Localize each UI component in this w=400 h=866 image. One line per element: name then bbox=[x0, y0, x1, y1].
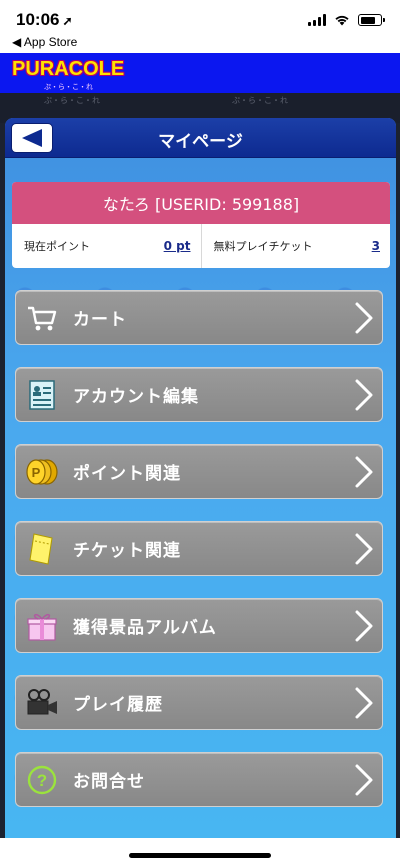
points-stat: 現在ポイント 0 pt bbox=[12, 224, 201, 268]
menu-item-label: アカウント編集 bbox=[73, 387, 199, 407]
tickets-link[interactable]: 3 bbox=[372, 239, 380, 253]
menu-item-account-edit[interactable]: アカウント編集 bbox=[15, 367, 383, 422]
band-text: ぷ・ら・こ・れ bbox=[232, 96, 288, 105]
menu-item-cart[interactable]: カート bbox=[15, 290, 383, 345]
page-title: マイページ bbox=[158, 132, 243, 152]
menu-item-label: お問合せ bbox=[73, 772, 145, 792]
chevron-right-icon bbox=[355, 379, 373, 411]
app-logo-subtitle: ぷ・ら・こ・れ bbox=[44, 83, 93, 91]
gift-icon bbox=[25, 609, 59, 643]
chevron-right-icon bbox=[355, 610, 373, 642]
menu-item-tickets[interactable]: チケット関連 bbox=[15, 521, 383, 576]
menu-list: カート アカウント編集 P ポイント関連 チケット関連 獲得景品アルバム プレイ… bbox=[15, 290, 383, 829]
panel-header: マイページ bbox=[5, 118, 396, 158]
back-to-app-store[interactable]: ◀ App Store bbox=[12, 35, 77, 49]
svg-text:?: ? bbox=[37, 771, 47, 790]
account-card-icon bbox=[25, 378, 59, 412]
chevron-right-icon bbox=[355, 687, 373, 719]
menu-item-points[interactable]: P ポイント関連 bbox=[15, 444, 383, 499]
menu-item-label: 獲得景品アルバム bbox=[73, 618, 217, 638]
menu-item-label: ポイント関連 bbox=[73, 464, 181, 484]
chevron-right-icon bbox=[355, 302, 373, 334]
chevron-right-icon bbox=[355, 764, 373, 796]
menu-item-contact[interactable]: ? お問合せ bbox=[15, 752, 383, 807]
user-name-bar: なたろ [USERID: 599188] bbox=[12, 182, 390, 224]
app-logo[interactable]: PURACOLE bbox=[12, 58, 124, 81]
menu-item-label: チケット関連 bbox=[73, 541, 181, 561]
svg-text:P: P bbox=[32, 465, 41, 480]
question-icon: ? bbox=[25, 763, 59, 797]
menu-item-label: カート bbox=[73, 310, 127, 330]
status-icons bbox=[308, 14, 385, 26]
tickets-label: 無料プレイチケット bbox=[213, 240, 313, 253]
menu-item-prize-album[interactable]: 獲得景品アルバム bbox=[15, 598, 383, 653]
video-camera-icon bbox=[25, 686, 59, 720]
chevron-right-icon bbox=[355, 456, 373, 488]
wifi-icon bbox=[335, 15, 349, 26]
band-text: ぷ・ら・こ・れ bbox=[44, 96, 100, 105]
cellular-signal-icon bbox=[308, 14, 326, 26]
menu-item-label: プレイ履歴 bbox=[73, 695, 163, 715]
app-header: PURACOLE ぷ・ら・こ・れ bbox=[0, 53, 400, 93]
user-stats: 現在ポイント 0 pt 無料プレイチケット 3 bbox=[12, 224, 390, 268]
battery-icon bbox=[358, 14, 385, 26]
chevron-right-icon bbox=[355, 533, 373, 565]
tickets-stat: 無料プレイチケット 3 bbox=[200, 224, 391, 268]
coins-icon: P bbox=[25, 455, 59, 489]
status-bar: 10:06 ➚ ◀ App Store bbox=[0, 0, 400, 53]
status-time: 10:06 ➚ bbox=[16, 10, 73, 30]
points-link[interactable]: 0 pt bbox=[164, 239, 191, 253]
home-indicator[interactable] bbox=[129, 853, 271, 858]
clock-text: 10:06 bbox=[16, 10, 60, 29]
menu-item-play-history[interactable]: プレイ履歴 bbox=[15, 675, 383, 730]
ticket-icon bbox=[25, 532, 59, 566]
mypage-panel: マイページ なたろ [USERID: 599188] 現在ポイント 0 pt 無… bbox=[5, 118, 396, 838]
location-icon: ➚ bbox=[62, 14, 73, 28]
user-card: なたろ [USERID: 599188] 現在ポイント 0 pt 無料プレイチケ… bbox=[12, 182, 390, 268]
home-bar bbox=[0, 838, 400, 866]
cart-icon bbox=[25, 301, 59, 335]
points-label: 現在ポイント bbox=[24, 240, 90, 253]
